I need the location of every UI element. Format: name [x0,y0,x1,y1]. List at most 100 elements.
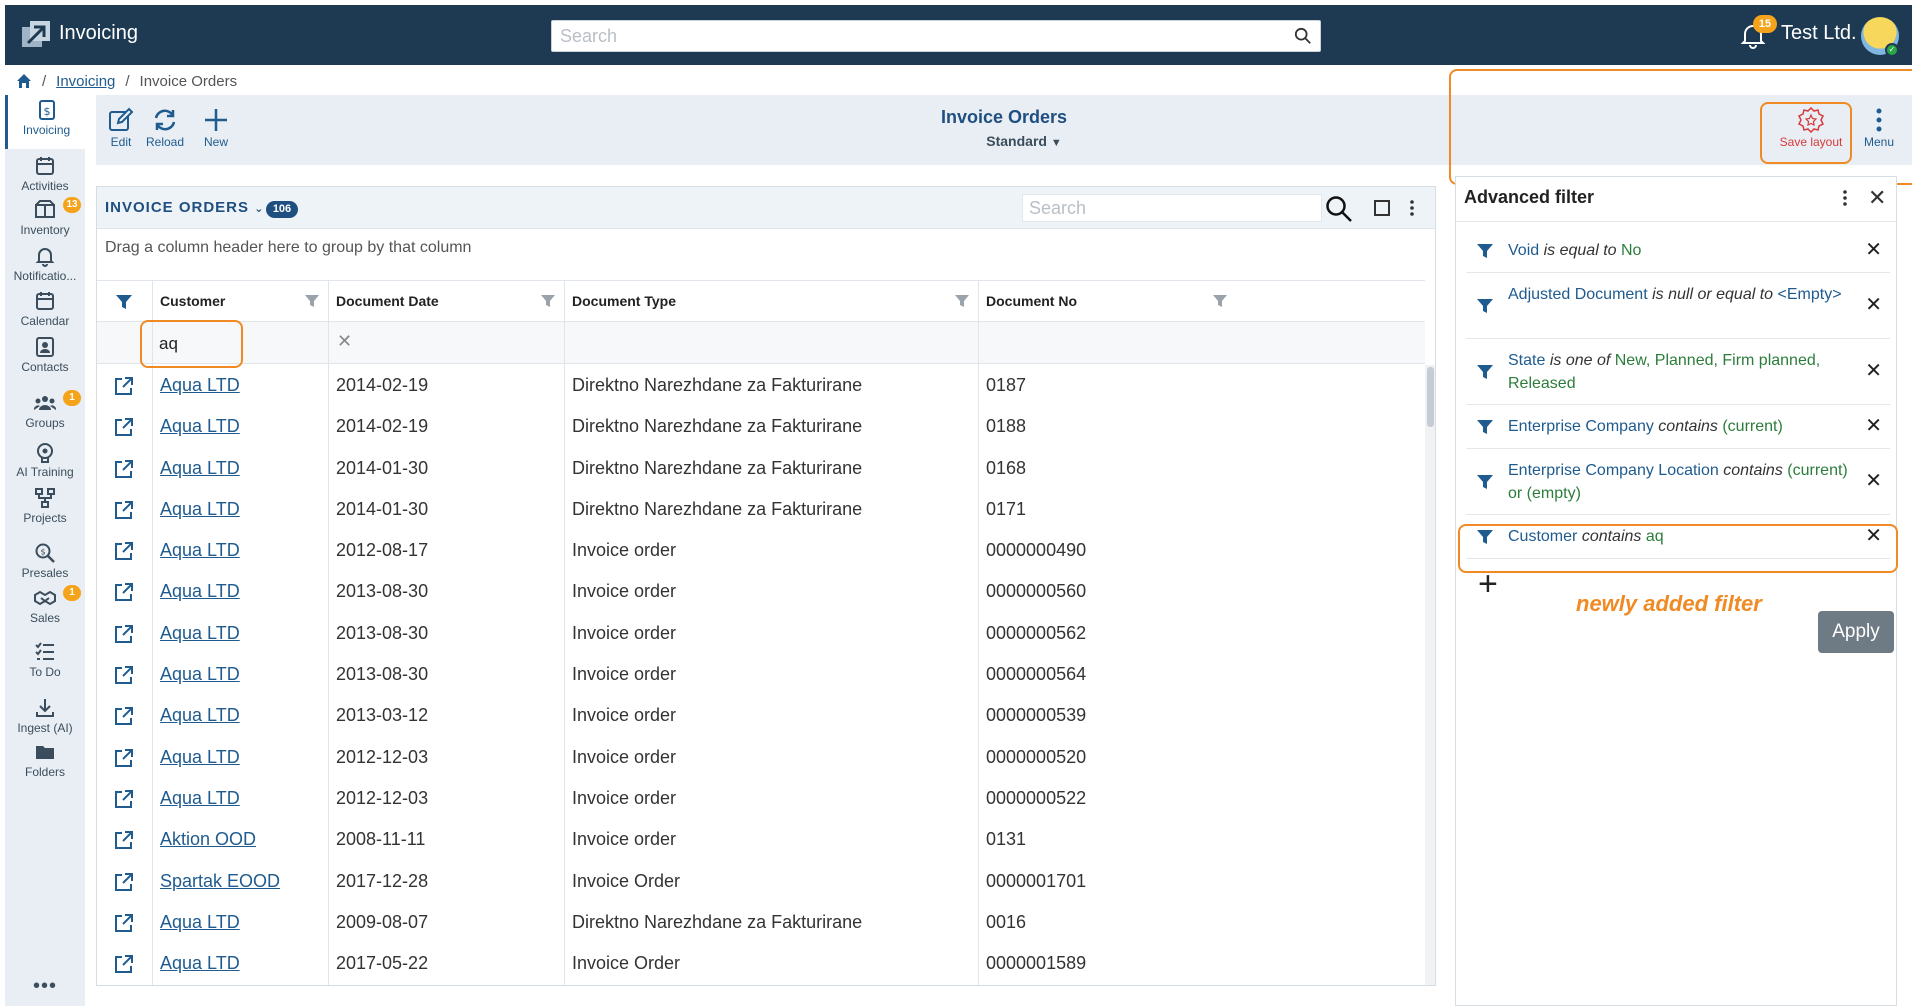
customer-link[interactable]: Aqua LTD [160,540,240,560]
nav-item-todo[interactable]: To Do [5,637,85,691]
open-record-icon[interactable] [113,953,135,975]
table-row[interactable]: Spartak EOOD 2017-12-28 Invoice Order 00… [97,861,1425,902]
column-filter-icon[interactable] [954,293,970,309]
nav-item-folders[interactable]: Folders [5,737,85,791]
filter-item-adjusted-document[interactable]: Adjusted Document is null or equal to <E… [1466,273,1890,339]
filter-item-enterprise-company-location[interactable]: Enterprise Company Location contains (cu… [1466,449,1890,515]
nav-item-sales[interactable]: Sales 1 [5,583,85,637]
table-row[interactable]: Aqua LTD 2013-08-30 Invoice order 000000… [97,571,1425,612]
customer-link[interactable]: Aqua LTD [160,953,240,973]
customer-link[interactable]: Aqua LTD [160,747,240,767]
home-icon[interactable] [16,73,32,89]
column-filter-icon[interactable] [540,293,556,309]
grid-scrollbar[interactable] [1425,365,1435,985]
table-row[interactable]: Aqua LTD 2012-12-03 Invoice order 000000… [97,737,1425,778]
remove-filter-icon[interactable]: ✕ [1865,470,1882,493]
remove-filter-icon[interactable]: ✕ [1865,239,1882,262]
open-record-icon[interactable] [113,829,135,851]
open-record-icon[interactable] [113,664,135,686]
customer-link[interactable]: Aqua LTD [160,664,240,684]
open-record-icon[interactable] [113,499,135,521]
company-name[interactable]: Test Ltd. [1781,22,1857,45]
filter-panel-menu-icon[interactable] [1836,189,1854,207]
menu-button[interactable]: Menu [1854,107,1904,149]
customer-link[interactable]: Spartak EOOD [160,871,280,891]
filter-item-state[interactable]: State is one of New, Planned, Firm plann… [1466,339,1890,405]
table-row[interactable]: Aqua LTD 2009-08-07 Direktno Narezhdane … [97,902,1425,943]
open-record-icon[interactable] [113,540,135,562]
customer-link[interactable]: Aqua LTD [160,581,240,601]
clear-filter-icon[interactable]: ✕ [337,331,352,352]
new-button[interactable]: New [191,107,241,149]
select-mode-icon[interactable] [1373,199,1391,217]
remove-filter-icon[interactable]: ✕ [1865,525,1882,548]
column-header-document-no[interactable]: Document No [978,280,1236,322]
global-search[interactable] [551,20,1321,52]
search-icon[interactable] [1325,195,1353,223]
table-row[interactable]: Aqua LTD 2014-02-19 Direktno Narezhdane … [97,406,1425,447]
customer-link[interactable]: Aktion OOD [160,829,256,849]
grid-search-input[interactable] [1023,195,1321,221]
nav-item-invoicing[interactable]: $ Invoicing [5,95,85,149]
breadcrumb-link-invoicing[interactable]: Invoicing [56,73,115,90]
open-record-icon[interactable] [113,416,135,438]
table-row[interactable]: Aqua LTD 2014-01-30 Direktno Narezhdane … [97,489,1425,530]
filter-item-void[interactable]: Void is equal to No ✕ [1466,229,1890,273]
remove-filter-icon[interactable]: ✕ [1865,294,1882,317]
filter-item-customer[interactable]: Customer contains aq ✕ [1466,515,1890,559]
grid-search[interactable] [1022,194,1322,222]
nav-item-groups[interactable]: Groups 1 [5,388,85,442]
table-row[interactable]: Aqua LTD 2013-03-12 Invoice order 000000… [97,695,1425,736]
remove-filter-icon[interactable]: ✕ [1865,415,1882,438]
save-layout-button[interactable]: Save layout [1778,107,1844,149]
customer-link[interactable]: Aqua LTD [160,375,240,395]
customer-filter-input[interactable] [153,330,318,358]
search-icon[interactable] [1294,27,1312,45]
remove-filter-icon[interactable]: ✕ [1865,360,1882,383]
open-record-icon[interactable] [113,788,135,810]
grid-title[interactable]: INVOICE ORDERS ⌄ [105,199,264,216]
table-row[interactable]: Aqua LTD 2012-12-03 Invoice order 000000… [97,778,1425,819]
table-row[interactable]: Aktion OOD 2008-11-11 Invoice order 0131 [97,819,1425,860]
add-filter-button[interactable]: + [1478,567,1498,601]
filter-funnel-icon[interactable] [115,293,133,311]
group-by-hint[interactable]: Drag a column header here to group by th… [105,239,471,257]
table-row[interactable]: Aqua LTD 2013-08-30 Invoice order 000000… [97,613,1425,654]
customer-link[interactable]: Aqua LTD [160,458,240,478]
open-record-icon[interactable] [113,871,135,893]
open-record-icon[interactable] [113,705,135,727]
open-record-icon[interactable] [113,747,135,769]
more-icon[interactable]: ••• [33,975,57,998]
customer-link[interactable]: Aqua LTD [160,416,240,436]
customer-link[interactable]: Aqua LTD [160,788,240,808]
customer-link[interactable]: Aqua LTD [160,912,240,932]
grid-menu-icon[interactable] [1403,199,1421,217]
open-record-icon[interactable] [113,458,135,480]
open-record-icon[interactable] [113,375,135,397]
column-filter-icon[interactable] [304,293,320,309]
table-row[interactable]: Aqua LTD 2014-02-19 Direktno Narezhdane … [97,365,1425,406]
customer-link[interactable]: Aqua LTD [160,499,240,519]
open-record-icon[interactable] [113,912,135,934]
table-row[interactable]: Aqua LTD 2012-08-17 Invoice order 000000… [97,530,1425,571]
table-row[interactable]: Aqua LTD 2013-08-30 Invoice order 000000… [97,654,1425,695]
table-row[interactable]: Aqua LTD 2014-01-30 Direktno Narezhdane … [97,448,1425,489]
view-selector[interactable]: Standard ▼ [964,133,1084,149]
column-header-customer[interactable]: Customer [152,280,328,322]
column-header-filter-toggle[interactable] [97,280,152,322]
nav-item-contacts[interactable]: Contacts [5,332,85,386]
customer-link[interactable]: Aqua LTD [160,705,240,725]
open-record-icon[interactable] [113,623,135,645]
global-search-input[interactable] [552,21,1320,51]
close-icon[interactable]: ✕ [1868,185,1886,211]
filter-item-enterprise-company[interactable]: Enterprise Company contains (current) ✕ [1466,405,1890,449]
column-header-document-date[interactable]: Document Date [328,280,564,322]
customer-link[interactable]: Aqua LTD [160,623,240,643]
column-header-document-type[interactable]: Document Type [564,280,978,322]
column-filter-icon[interactable] [1212,293,1228,309]
edit-button[interactable]: Edit [96,107,146,149]
apply-button[interactable]: Apply [1818,611,1894,653]
reload-button[interactable]: Reload [140,107,190,149]
table-row[interactable]: Aqua LTD 2017-05-22 Invoice Order 000000… [97,943,1425,984]
open-record-icon[interactable] [113,581,135,603]
